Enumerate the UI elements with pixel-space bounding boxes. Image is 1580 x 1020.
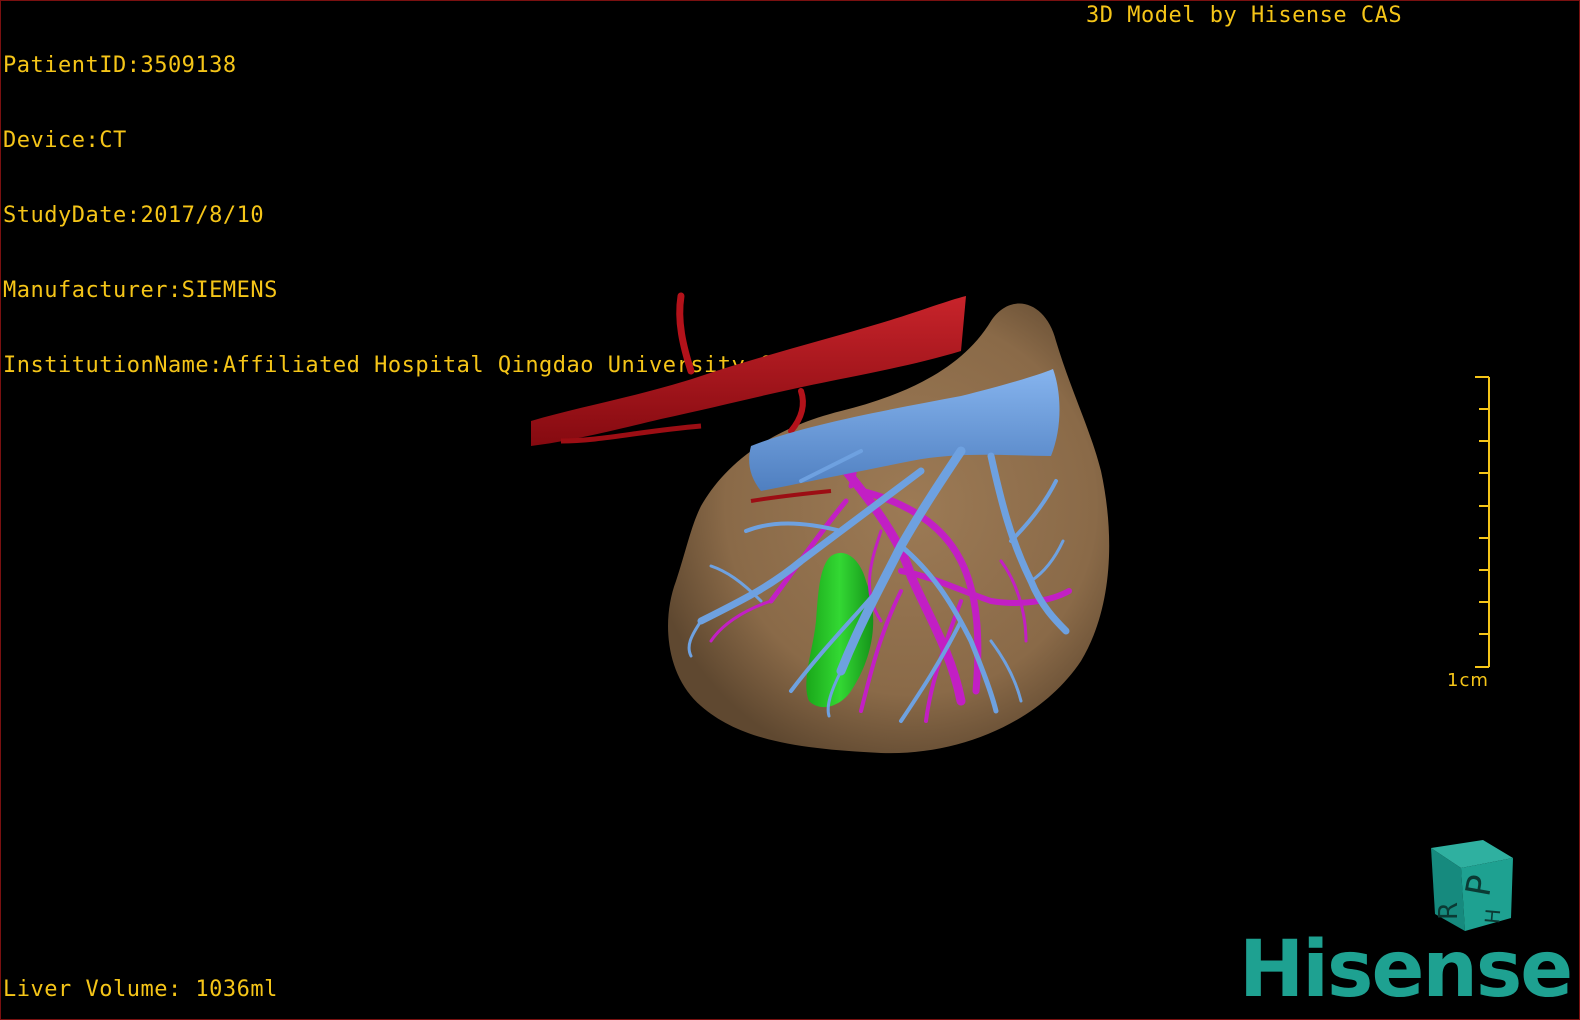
3d-viewport[interactable]: PatientID:3509138 Device:CT StudyDate:20… xyxy=(0,0,1580,1020)
scale-bar xyxy=(1475,376,1490,668)
liver-3d-model[interactable] xyxy=(1,1,1580,1020)
cube-face-h: H xyxy=(1480,908,1505,925)
orientation-cube-icon[interactable]: P H R xyxy=(1421,836,1521,936)
cube-face-r: R xyxy=(1434,902,1464,920)
scale-label: 1cm xyxy=(1447,670,1489,691)
hisense-logo: Hisense xyxy=(1239,925,1573,1015)
liver-volume-text: Liver Volume: 1036ml xyxy=(3,977,278,1002)
